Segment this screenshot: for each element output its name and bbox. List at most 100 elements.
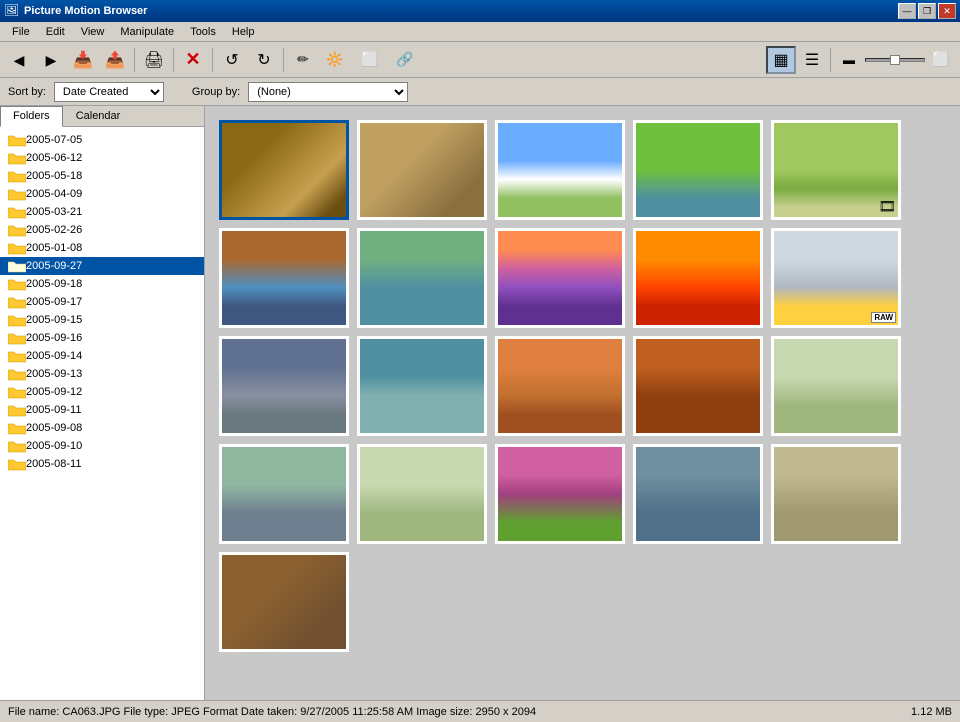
thumbnail-item[interactable] [219, 120, 349, 220]
thumbnail-image [774, 447, 898, 541]
raw-badge: RAW [871, 312, 896, 323]
forward-button[interactable]: ▶ [36, 46, 66, 74]
menu-edit[interactable]: Edit [38, 24, 73, 40]
sortbar: Sort by: Date Created Date Modified File… [0, 78, 960, 106]
thumbnail-item[interactable] [219, 444, 349, 544]
thumbnail-item[interactable] [633, 336, 763, 436]
menu-manipulate[interactable]: Manipulate [112, 24, 182, 40]
menu-view[interactable]: View [73, 24, 113, 40]
menu-tools[interactable]: Tools [182, 24, 224, 40]
folder-item[interactable]: 2005-09-18 [0, 275, 204, 293]
folder-item[interactable]: 2005-03-21 [0, 203, 204, 221]
folder-label: 2005-09-27 [26, 260, 82, 272]
thumbnail-image [222, 555, 346, 649]
folder-item[interactable]: 2005-09-12 [0, 383, 204, 401]
tab-folders[interactable]: Folders [0, 106, 63, 127]
folder-label: 2005-09-08 [26, 422, 82, 434]
right-panel[interactable]: 🎞 RAW [205, 106, 960, 700]
panorama-button[interactable]: ⬜ [352, 46, 388, 74]
folder-item[interactable]: 2005-09-11 [0, 401, 204, 419]
thumbnail-item[interactable] [495, 444, 625, 544]
thumbnail-item[interactable] [357, 120, 487, 220]
view-mode-group: ▦ ☰ ▬ ⬜ [766, 46, 956, 74]
folder-label: 2005-09-12 [26, 386, 82, 398]
folder-label: 2005-07-05 [26, 134, 82, 146]
menu-file[interactable]: File [4, 24, 38, 40]
app-title: Picture Motion Browser [24, 5, 898, 17]
zoom-slider-thumb[interactable] [890, 55, 900, 65]
export2-button[interactable]: 🔗 [390, 46, 420, 74]
thumbnail-item[interactable] [633, 444, 763, 544]
thumbnail-item[interactable] [633, 228, 763, 328]
restore-button[interactable]: ❐ [918, 3, 936, 19]
rotate-right-button[interactable]: ↻ [249, 46, 279, 74]
print-icon: 🖨 [144, 50, 164, 70]
filmstrip-button[interactable]: ▬ [834, 46, 864, 74]
folder-label: 2005-09-14 [26, 350, 82, 362]
folder-label: 2005-09-17 [26, 296, 82, 308]
folder-item[interactable]: 2005-02-26 [0, 221, 204, 239]
thumbnail-item[interactable] [219, 228, 349, 328]
folder-item[interactable]: 2005-09-14 [0, 347, 204, 365]
panel-tabs: Folders Calendar [0, 106, 204, 127]
thumbnail-item[interactable] [495, 336, 625, 436]
thumbnail-image [360, 231, 484, 325]
separator-3 [212, 48, 213, 72]
fullscreen-button[interactable]: ⬜ [926, 46, 956, 74]
thumbnail-item[interactable]: 🎞 [771, 120, 901, 220]
folder-item[interactable]: 2005-08-11 [0, 455, 204, 473]
enhance-button[interactable]: 🔆 [320, 46, 350, 74]
rotate-left-button[interactable]: ↺ [217, 46, 247, 74]
export-button[interactable]: 📤 [100, 46, 130, 74]
tab-calendar[interactable]: Calendar [63, 106, 134, 126]
toolbar: ◀ ▶ 📥 📤 🖨 ✕ ↺ ↻ ✏ 🔆 ⬜ 🔗 ▦ ☰ [0, 42, 960, 78]
gridview-button[interactable]: ▦ [766, 46, 796, 74]
folder-item[interactable]: 2005-09-13 [0, 365, 204, 383]
import-icon: 📥 [73, 50, 93, 70]
folder-item[interactable]: 2005-09-16 [0, 329, 204, 347]
folder-item[interactable]: 2005-01-08 [0, 239, 204, 257]
folder-list[interactable]: 2005-07-05 2005-06-122005-05-182005-04-09… [0, 127, 204, 700]
separator-1 [134, 48, 135, 72]
folder-item[interactable]: 2005-09-10 [0, 437, 204, 455]
thumbnail-item[interactable] [357, 336, 487, 436]
back-button[interactable]: ◀ [4, 46, 34, 74]
thumbnail-item[interactable]: RAW [771, 228, 901, 328]
fullscreen-icon: ⬜ [932, 51, 949, 68]
thumbnail-item[interactable] [495, 120, 625, 220]
folder-item[interactable]: 2005-09-17 [0, 293, 204, 311]
thumbnail-item[interactable] [357, 444, 487, 544]
folder-item[interactable]: 2005-09-08 [0, 419, 204, 437]
folder-item[interactable]: 2005-05-18 [0, 167, 204, 185]
minimize-button[interactable]: — [898, 3, 916, 19]
rotate-right-icon: ↻ [257, 50, 270, 70]
thumbnail-item[interactable] [219, 552, 349, 652]
thumbnail-item[interactable] [219, 336, 349, 436]
thumbnail-image [498, 339, 622, 433]
menu-help[interactable]: Help [224, 24, 263, 40]
folder-item[interactable]: 2005-09-15 [0, 311, 204, 329]
print-button[interactable]: 🖨 [139, 46, 169, 74]
edit-button[interactable]: ✏ [288, 46, 318, 74]
back-icon: ◀ [14, 53, 25, 67]
thumbnail-item[interactable] [771, 336, 901, 436]
listview-button[interactable]: ☰ [797, 46, 827, 74]
group-select[interactable]: (None) Date Folder Rating [248, 82, 408, 102]
folder-item[interactable]: 2005-09-27 [0, 257, 204, 275]
folder-item[interactable]: 2005-07-05 [0, 131, 204, 149]
folder-item[interactable]: 2005-04-09 [0, 185, 204, 203]
app-icon: 🖼 [4, 3, 20, 19]
folder-item[interactable]: 2005-06-12 [0, 149, 204, 167]
delete-button[interactable]: ✕ [178, 46, 208, 74]
thumbnail-image [222, 123, 346, 217]
sort-select[interactable]: Date Created Date Modified File Name Fil… [54, 82, 164, 102]
export2-icon: 🔗 [396, 51, 413, 68]
thumbnail-item[interactable] [495, 228, 625, 328]
close-button[interactable]: ✕ [938, 3, 956, 19]
forward-icon: ▶ [46, 53, 57, 67]
thumbnail-item[interactable] [357, 228, 487, 328]
thumbnail-item[interactable] [771, 444, 901, 544]
folder-label: 2005-09-18 [26, 278, 82, 290]
thumbnail-item[interactable] [633, 120, 763, 220]
import-button[interactable]: 📥 [68, 46, 98, 74]
